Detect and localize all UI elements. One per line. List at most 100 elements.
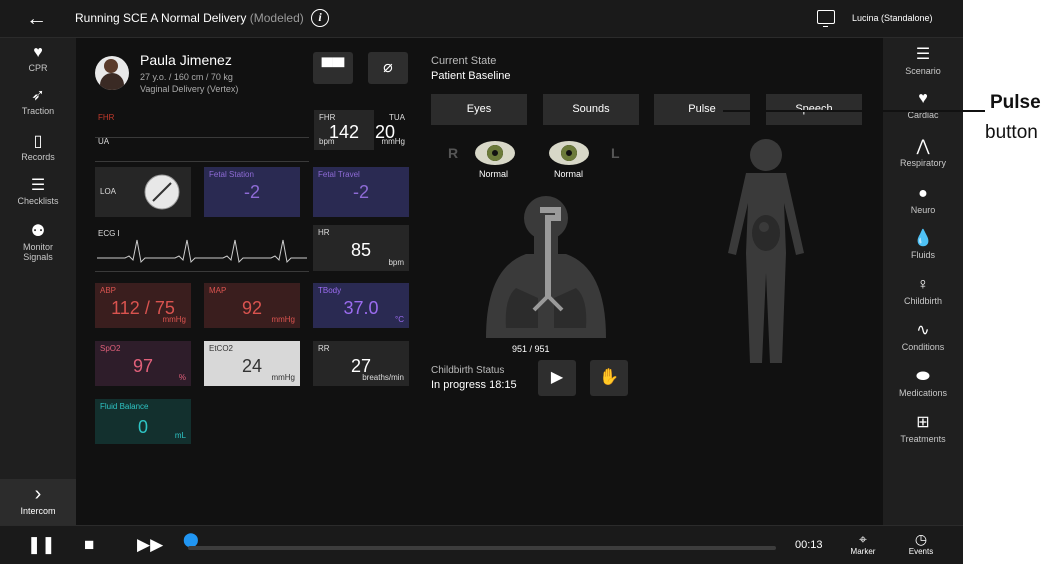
nav-scenario[interactable]: ☰ Scenario [883,46,963,76]
tbody-label: TBody [318,286,342,295]
nav-monitor-signals[interactable]: ⚉ Monitor Signals [0,223,76,262]
nav-records-label: Records [21,152,55,162]
nav-medications[interactable]: ⬬ Medications [883,368,963,398]
location-pin-icon: ⌖ [859,531,867,547]
left-eye-status: Normal [554,169,584,179]
tab-sounds[interactable]: Sounds [543,94,639,125]
airway-lungs-illustration[interactable] [476,188,616,338]
play-icon: ▶ [550,369,564,386]
info-icon[interactable]: i [311,9,329,27]
chevron-right-icon: › [34,483,42,505]
mute-alarms-button[interactable]: ⌀ [368,52,408,84]
nav-medications-label: Medications [898,388,948,398]
nav-fluids[interactable]: 💧 Fluids [883,230,963,260]
patient-avatar [95,56,129,90]
tua-label: TUA [389,113,405,122]
ua-waveform: UA [95,134,309,162]
fluid-balance-unit: mL [174,431,186,440]
nav-neuro-label: Neuro [910,205,936,215]
tab-eyes[interactable]: Eyes [431,94,527,125]
pause-button[interactable]: ❚❚ [27,535,56,555]
clipboard-icon: ▯ [33,133,43,150]
layout-button[interactable]: ▀▀ [313,52,353,84]
nav-conditions[interactable]: ∿ Conditions [883,322,963,352]
fetal-station-value: -2 [243,182,260,202]
nav-treatments-label: Treatments [900,434,946,444]
nav-cardiac-label: Cardiac [907,110,939,120]
pulse-wave-icon: ∿ [916,322,930,339]
play-childbirth-button[interactable]: ▶ [538,360,576,396]
delivery-hands-button[interactable]: ✋ [590,360,628,396]
timeline-track[interactable] [188,546,776,550]
rr-unit: breaths/min [362,373,404,382]
left-eye-icon[interactable] [549,141,589,165]
checklist-icon: ☰ [30,177,46,194]
map-tile[interactable]: MAP 92 mmHg [204,283,300,328]
monitor-icon[interactable] [817,10,835,27]
fetal-travel-label: Fetal Travel [318,170,360,179]
loa-tile[interactable]: LOA [95,167,191,217]
pill-icon: ⬬ [916,368,930,385]
right-eye-status: Normal [479,169,509,179]
nav-neuro[interactable]: ● Neuro [883,185,963,215]
nav-monitor-signals-label: Monitor Signals [22,242,53,262]
back-arrow-icon[interactable]: ← [26,7,47,31]
tbody-unit: °C [395,315,404,324]
fast-forward-button[interactable]: ▶▶ [137,535,163,555]
heart-icon: ♥ [918,90,928,107]
current-state-value: Patient Baseline [431,70,511,82]
nav-treatments[interactable]: ⊞ Treatments [883,414,963,444]
nav-cardiac[interactable]: ♥ Cardiac [883,90,963,120]
patient-delivery: Vaginal Delivery (Vertex) [140,84,239,94]
fetal-station-label: Fetal Station [209,170,254,179]
patient-details-block: 27 y.o. / 160 cm / 70 kg Vaginal Delivery… [140,71,238,95]
hr-tile[interactable]: HR 85 bpm [313,225,409,271]
patient-body-illustration[interactable] [716,133,816,373]
nav-respiratory[interactable]: ⋀ Respiratory [883,138,963,168]
fetal-station-tile[interactable]: Fetal Station -2 [204,167,300,217]
clock-icon: ◷ [914,531,928,547]
fetal-head-position-icon [144,174,180,210]
loa-label: LOA [100,187,117,196]
fluid-balance-label: Fluid Balance [100,402,149,411]
nav-cpr[interactable]: ♥ CPR [0,44,76,73]
monitor-signals-icon: ⚉ [30,223,46,240]
stop-button[interactable]: ■ [84,535,94,555]
nav-checklists[interactable]: ☰ Checklists [0,177,76,206]
simulator-user[interactable]: Lucina (Standalone) [852,13,933,23]
fhr-label: FHR [319,113,336,122]
intercom-button[interactable]: › Intercom [0,479,76,525]
top-bar: ← Running SCE A Normal Delivery (Modeled… [0,0,963,38]
medkit-icon: ⊞ [916,414,930,431]
fhr-unit: bpm [319,137,335,146]
marker-button[interactable]: ⌖ Marker [843,531,883,557]
right-eye-icon[interactable] [475,141,515,165]
abp-label: ABP [100,286,117,295]
events-button[interactable]: ◷ Events [901,531,941,557]
tbody-tile[interactable]: TBody 37.0 °C [313,283,409,328]
heart-pulse-icon: ♥ [33,44,43,61]
map-label: MAP [209,286,227,295]
abp-tile[interactable]: ABP 112 / 75 mmHg [95,283,191,328]
tua-tile[interactable]: TUA 20 mmHg [350,110,410,150]
drop-icon: 💧 [913,230,933,247]
brain-icon: ● [918,185,928,202]
list-icon: ☰ [915,46,931,63]
fetal-travel-value: -2 [352,182,369,202]
callout-title: Pulse [990,92,1041,113]
nav-records[interactable]: ▯ Records [0,133,76,162]
simulator-app: ← Running SCE A Normal Delivery (Modeled… [0,0,963,564]
fluid-balance-tile[interactable]: Fluid Balance 0 mL [95,399,191,444]
spo2-value: 97 [132,356,154,376]
nav-childbirth[interactable]: ♀ Childbirth [883,276,963,306]
nav-scenario-label: Scenario [905,66,941,76]
rr-tile[interactable]: RR 27 breaths/min [313,341,409,386]
etco2-tile[interactable]: EtCO2 24 mmHg [204,341,300,386]
abp-unit: mmHg [162,315,186,324]
callout-line [723,110,985,112]
fetal-travel-tile[interactable]: Fetal Travel -2 [313,167,409,217]
nav-traction[interactable]: ➶ Traction [0,87,76,116]
spo2-tile[interactable]: SpO2 97% [95,341,191,386]
ecg-waveform: ECG I [95,226,309,272]
events-label: Events [908,547,934,556]
